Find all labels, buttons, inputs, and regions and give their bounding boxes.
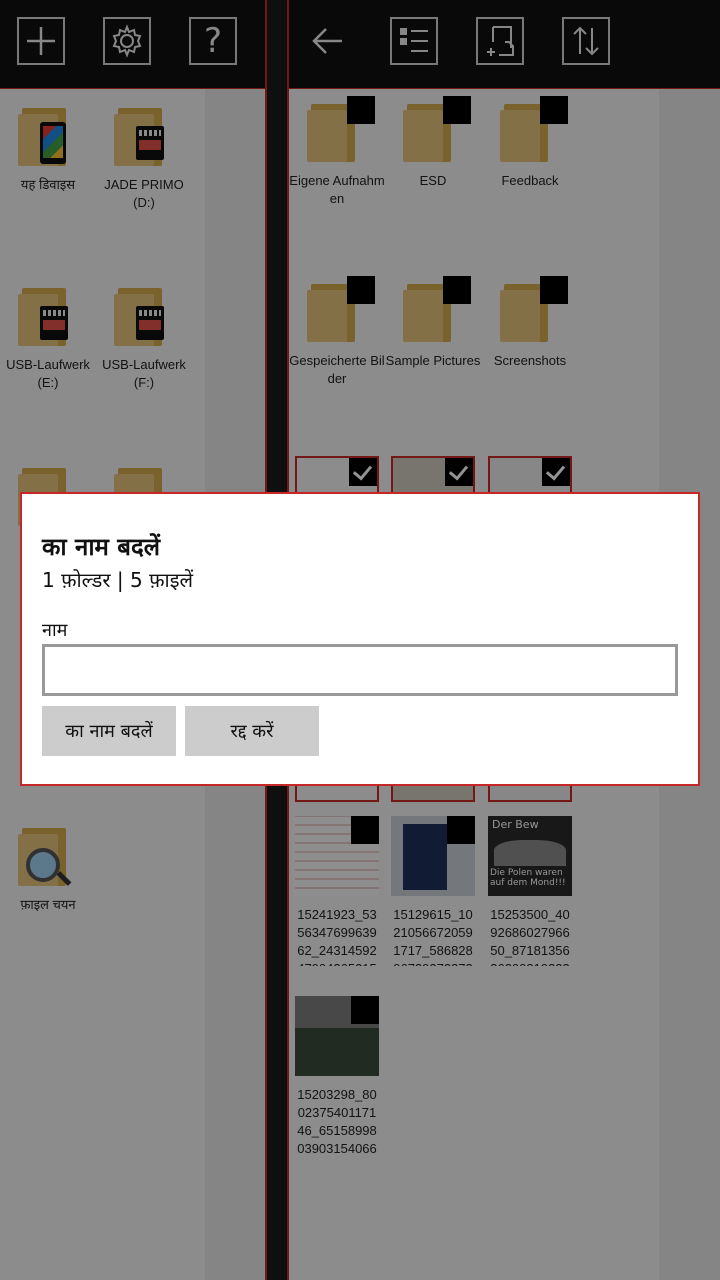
rename-button[interactable]: का नाम बदलें	[42, 706, 176, 756]
name-field-label: नाम	[42, 620, 68, 641]
rename-dialog: का नाम बदलें 1 फ़ोल्डर | 5 फ़ाइलें नाम क…	[20, 492, 700, 786]
cancel-button[interactable]: रद्द करें	[185, 706, 319, 756]
dialog-subtitle: 1 फ़ोल्डर | 5 फ़ाइलें	[42, 568, 194, 592]
name-input[interactable]	[42, 644, 678, 696]
dialog-title: का नाम बदलें	[42, 533, 160, 561]
